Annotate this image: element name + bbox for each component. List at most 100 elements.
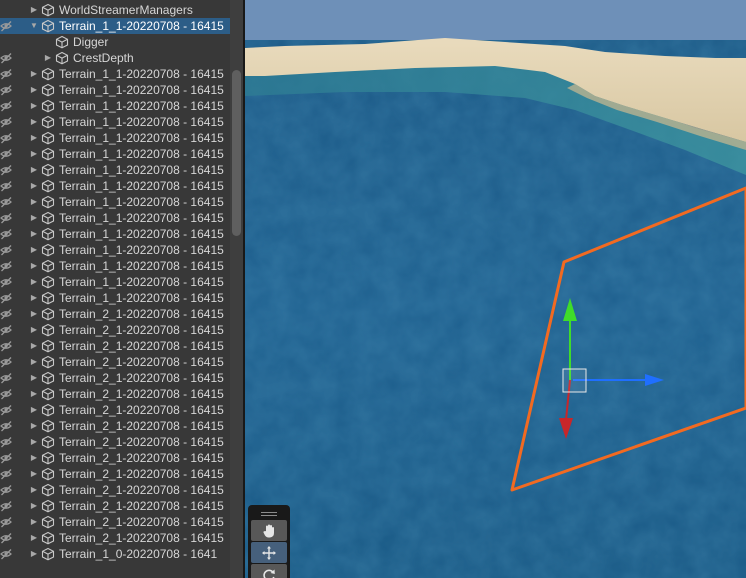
hierarchy-row-13[interactable]: ▶ Terrain_1_1-20220708 - 16415 (0, 210, 230, 226)
expand-arrow-icon[interactable]: ▶ (29, 322, 39, 338)
hidden-eye-icon[interactable] (0, 100, 12, 112)
hidden-eye-icon[interactable] (0, 484, 12, 496)
hierarchy-row-24[interactable]: ▶ Terrain_2_1-20220708 - 16415 (0, 386, 230, 402)
expand-arrow-icon[interactable]: ▶ (29, 514, 39, 530)
expand-arrow-icon[interactable]: ▶ (29, 338, 39, 354)
expand-arrow-icon[interactable]: ▶ (29, 434, 39, 450)
hierarchy-row-6[interactable]: ▶ Terrain_1_1-20220708 - 16415 (0, 98, 230, 114)
expand-arrow-icon[interactable]: ▶ (29, 242, 39, 258)
hidden-eye-icon[interactable] (0, 180, 12, 192)
hierarchy-row-1[interactable]: ▼ Terrain_1_1-20220708 - 16415 (0, 18, 230, 34)
hierarchy-row-26[interactable]: ▶ Terrain_2_1-20220708 - 16415 (0, 418, 230, 434)
hierarchy-row-9[interactable]: ▶ Terrain_1_1-20220708 - 16415 (0, 146, 230, 162)
expand-arrow-icon[interactable]: ▶ (29, 450, 39, 466)
expand-arrow-icon[interactable]: ▶ (29, 130, 39, 146)
hidden-eye-icon[interactable] (0, 324, 12, 336)
hidden-eye-icon[interactable] (0, 116, 12, 128)
scene-render[interactable] (245, 0, 746, 578)
hierarchy-row-29[interactable]: ▶ Terrain_2_1-20220708 - 16415 (0, 466, 230, 482)
hidden-eye-icon[interactable] (0, 388, 12, 400)
hierarchy-row-19[interactable]: ▶ Terrain_2_1-20220708 - 16415 (0, 306, 230, 322)
hidden-eye-icon[interactable] (0, 500, 12, 512)
expand-arrow-icon[interactable]: ▶ (29, 194, 39, 210)
expand-arrow-icon[interactable]: ▶ (29, 418, 39, 434)
hidden-eye-icon[interactable] (0, 468, 12, 480)
expand-arrow-icon[interactable]: ▶ (29, 402, 39, 418)
hidden-eye-icon[interactable] (0, 84, 12, 96)
hidden-eye-icon[interactable] (0, 52, 12, 64)
hidden-eye-icon[interactable] (0, 548, 12, 560)
hierarchy-row-33[interactable]: ▶ Terrain_2_1-20220708 - 16415 (0, 530, 230, 546)
gizmo-center-handle[interactable] (562, 368, 587, 393)
hierarchy-row-31[interactable]: ▶ Terrain_2_1-20220708 - 16415 (0, 498, 230, 514)
expand-arrow-icon[interactable]: ▶ (29, 290, 39, 306)
hierarchy-row-10[interactable]: ▶ Terrain_1_1-20220708 - 16415 (0, 162, 230, 178)
hidden-eye-icon[interactable] (0, 420, 12, 432)
hierarchy-scrollbar-thumb[interactable] (232, 70, 241, 236)
hierarchy-row-28[interactable]: ▶ Terrain_2_1-20220708 - 16415 (0, 450, 230, 466)
palette-grip[interactable] (251, 508, 287, 520)
hierarchy-scrollbar[interactable] (230, 0, 243, 578)
expand-arrow-icon[interactable]: ▶ (29, 354, 39, 370)
expand-arrow-icon[interactable]: ▶ (29, 530, 39, 546)
expand-arrow-icon[interactable]: ▶ (29, 274, 39, 290)
expand-arrow-icon[interactable]: ▶ (29, 66, 39, 82)
hierarchy-row-27[interactable]: ▶ Terrain_2_1-20220708 - 16415 (0, 434, 230, 450)
hidden-eye-icon[interactable] (0, 212, 12, 224)
hierarchy-row-17[interactable]: ▶ Terrain_1_1-20220708 - 16415 (0, 274, 230, 290)
hidden-eye-icon[interactable] (0, 244, 12, 256)
hierarchy-row-25[interactable]: ▶ Terrain_2_1-20220708 - 16415 (0, 402, 230, 418)
expand-arrow-icon[interactable]: ▶ (43, 50, 53, 66)
hierarchy-row-23[interactable]: ▶ Terrain_2_1-20220708 - 16415 (0, 370, 230, 386)
hierarchy-row-34[interactable]: ▶ Terrain_1_0-20220708 - 1641 (0, 546, 230, 562)
collapse-arrow-icon[interactable]: ▼ (29, 18, 39, 34)
hidden-eye-icon[interactable] (0, 532, 12, 544)
expand-arrow-icon[interactable]: ▶ (29, 306, 39, 322)
expand-arrow-icon[interactable]: ▶ (29, 82, 39, 98)
hidden-eye-icon[interactable] (0, 452, 12, 464)
expand-arrow-icon[interactable]: ▶ (29, 210, 39, 226)
expand-arrow-icon[interactable]: ▶ (29, 98, 39, 114)
hidden-eye-icon[interactable] (0, 276, 12, 288)
hierarchy-row-4[interactable]: ▶ Terrain_1_1-20220708 - 16415 (0, 66, 230, 82)
hierarchy-row-8[interactable]: ▶ Terrain_1_1-20220708 - 16415 (0, 130, 230, 146)
hidden-eye-icon[interactable] (0, 292, 12, 304)
hierarchy-row-0[interactable]: ▶ WorldStreamerManagers (0, 2, 230, 18)
hidden-eye-icon[interactable] (0, 340, 12, 352)
hierarchy-row-18[interactable]: ▶ Terrain_1_1-20220708 - 16415 (0, 290, 230, 306)
expand-arrow-icon[interactable]: ▶ (29, 2, 39, 18)
hidden-eye-icon[interactable] (0, 356, 12, 368)
hidden-eye-icon[interactable] (0, 20, 12, 32)
hidden-eye-icon[interactable] (0, 228, 12, 240)
hidden-eye-icon[interactable] (0, 68, 12, 80)
hand-tool-button[interactable] (251, 520, 287, 541)
hidden-eye-icon[interactable] (0, 132, 12, 144)
hidden-eye-icon[interactable] (0, 164, 12, 176)
expand-arrow-icon[interactable]: ▶ (29, 258, 39, 274)
expand-arrow-icon[interactable]: ▶ (29, 146, 39, 162)
hierarchy-row-15[interactable]: ▶ Terrain_1_1-20220708 - 16415 (0, 242, 230, 258)
expand-arrow-icon[interactable]: ▶ (29, 226, 39, 242)
hierarchy-row-12[interactable]: ▶ Terrain_1_1-20220708 - 16415 (0, 194, 230, 210)
expand-arrow-icon[interactable]: ▶ (29, 114, 39, 130)
hierarchy-row-2[interactable]: Digger (0, 34, 230, 50)
hierarchy-row-11[interactable]: ▶ Terrain_1_1-20220708 - 16415 (0, 178, 230, 194)
hierarchy-row-3[interactable]: ▶ CrestDepth (0, 50, 230, 66)
hierarchy-row-14[interactable]: ▶ Terrain_1_1-20220708 - 16415 (0, 226, 230, 242)
hierarchy-row-32[interactable]: ▶ Terrain_2_1-20220708 - 16415 (0, 514, 230, 530)
move-tool-button[interactable] (251, 542, 287, 563)
hierarchy-row-7[interactable]: ▶ Terrain_1_1-20220708 - 16415 (0, 114, 230, 130)
hierarchy-row-30[interactable]: ▶ Terrain_2_1-20220708 - 16415 (0, 482, 230, 498)
hidden-eye-icon[interactable] (0, 404, 12, 416)
expand-arrow-icon[interactable]: ▶ (29, 546, 39, 562)
expand-arrow-icon[interactable]: ▶ (29, 466, 39, 482)
hierarchy-row-16[interactable]: ▶ Terrain_1_1-20220708 - 16415 (0, 258, 230, 274)
hidden-eye-icon[interactable] (0, 196, 12, 208)
expand-arrow-icon[interactable]: ▶ (29, 370, 39, 386)
hierarchy-row-21[interactable]: ▶ Terrain_2_1-20220708 - 16415 (0, 338, 230, 354)
hidden-eye-icon[interactable] (0, 436, 12, 448)
rotate-tool-button[interactable] (251, 564, 287, 578)
hidden-eye-icon[interactable] (0, 260, 12, 272)
expand-arrow-icon[interactable]: ▶ (29, 162, 39, 178)
expand-arrow-icon[interactable]: ▶ (29, 178, 39, 194)
